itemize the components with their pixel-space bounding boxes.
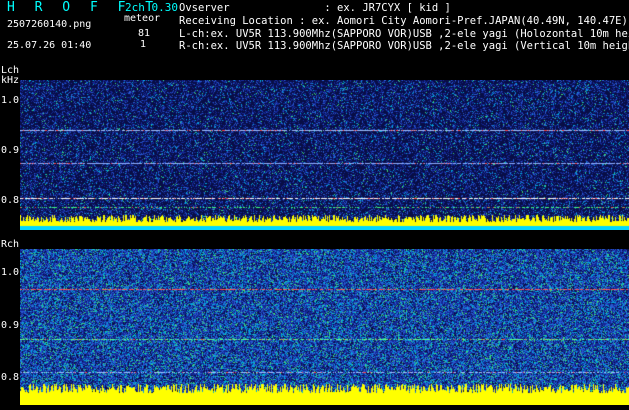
lch-tick-1.0: 1.0: [0, 95, 19, 106]
rch-tick-0.9: 0.9: [0, 320, 19, 331]
rch-spectrogram: [20, 249, 629, 405]
datetime-label: 25.07.26 01:40: [7, 40, 92, 51]
rch-label: Rch: [1, 239, 20, 250]
lch-tick-0.8: 0.8: [0, 195, 19, 206]
rch-spectrogram-canvas: [20, 249, 629, 405]
rch-tick-0.8: 0.8: [0, 372, 19, 383]
hrofft-window: { "header": { "app_name": "H R O F F T",…: [0, 0, 629, 410]
rch-tick-1.0: 1.0: [0, 267, 19, 278]
meteor-label: meteor: [124, 13, 161, 24]
lch-tick-0.9: 0.9: [0, 145, 19, 156]
filename-label: 2507260140.png: [7, 19, 92, 30]
khz-label: kHz: [1, 75, 20, 86]
observer-info: Ovserver : ex. JR7CYX [ kid ]: [179, 2, 451, 14]
lch-info: L-ch:ex. UV5R 113.900Mhz(SAPPORO VOR)USB…: [179, 28, 629, 40]
lch-spectrogram: [20, 80, 629, 230]
meteor-count-rch: 1: [139, 39, 146, 50]
version-label: 2ch 0.30: [125, 1, 178, 14]
rch-info: R-ch:ex. UV5R 113.900Mhz(SAPPORO VOR)USB…: [179, 40, 629, 52]
lch-spectrogram-canvas: [20, 80, 629, 230]
meteor-count-lch: 81: [137, 28, 150, 39]
location-info: Receiving Location : ex. Aomori City Aom…: [179, 15, 628, 27]
